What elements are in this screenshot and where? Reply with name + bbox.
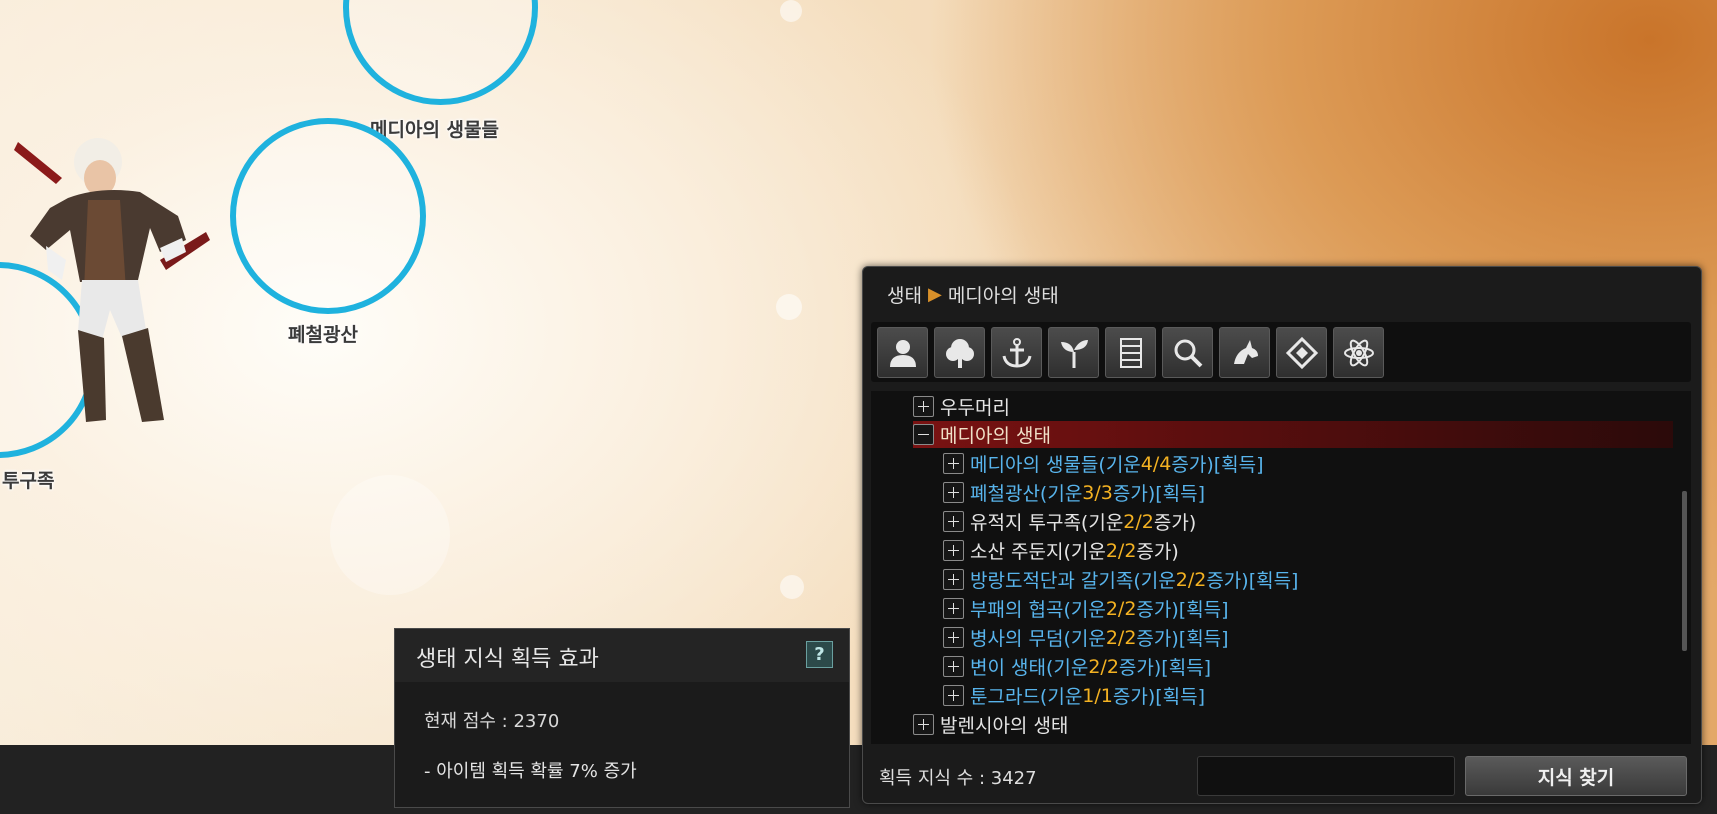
expand-icon[interactable] (943, 656, 964, 677)
category-sprout-button[interactable] (1048, 327, 1099, 378)
effect-header: 생태 지식 획득 효과 ? (395, 629, 849, 682)
expand-icon[interactable] (943, 569, 964, 590)
category-person-button[interactable] (877, 327, 928, 378)
expand-icon[interactable] (943, 482, 964, 503)
knowledge-effect-box: 생태 지식 획득 효과 ? 현재 점수 : 2370 - 아이템 획득 확률 7… (394, 628, 850, 808)
breadcrumb-root[interactable]: 생태 (887, 281, 922, 308)
tree-category-expanded[interactable]: 메디아의 생태 (913, 421, 1673, 448)
tree-item[interactable]: 방랑도적단과 갈기족(기운 2/2 증가) [획득] (943, 566, 1298, 593)
tree-category-collapsed[interactable]: 발렌시아의 생태 (913, 711, 1068, 738)
effect-bonus: - 아이템 획득 확률 7% 증가 (424, 761, 637, 782)
tree-item[interactable]: 유적지 투구족(기운 2/2 증가) (943, 508, 1196, 535)
tree-item[interactable]: 부패의 협곡(기운 2/2 증가) [획득] (943, 595, 1229, 622)
tree-item[interactable]: 폐철광산(기운 3/3 증가) [획득] (943, 479, 1205, 506)
tree-icon (945, 338, 974, 368)
map-node-label: 투구족 (2, 470, 55, 492)
map-node-ring[interactable] (343, 0, 538, 105)
category-diamond-button[interactable] (1276, 327, 1327, 378)
expand-icon[interactable] (943, 598, 964, 619)
diamond-icon (1285, 336, 1318, 369)
expand-icon[interactable] (943, 627, 964, 648)
tree-item[interactable]: 메디아의 생물들(기운 4/4 증가) [획득] (943, 450, 1264, 477)
breadcrumb: 생태 ▶ 메디아의 생태 (887, 281, 1059, 308)
magnifier-icon (1174, 339, 1202, 367)
bokeh-light (780, 0, 802, 22)
effect-title: 생태 지식 획득 효과 (416, 647, 599, 672)
expand-icon[interactable] (913, 396, 934, 417)
expand-icon[interactable] (943, 511, 964, 532)
category-tree-button[interactable] (934, 327, 985, 378)
creature-icon (1233, 339, 1258, 364)
map-node-label: 폐철광산 (288, 324, 358, 346)
anchor-icon (1002, 337, 1031, 368)
knowledge-search-input[interactable] (1197, 756, 1455, 796)
expand-icon[interactable] (943, 540, 964, 561)
tree-scrollbar[interactable] (1682, 491, 1687, 651)
atom-icon (1343, 339, 1374, 366)
ecology-panel: 생태 ▶ 메디아의 생태 우두머리 메디아의 생태 메디아의 생물들(기운 4/… (862, 266, 1702, 804)
breadcrumb-current: 메디아의 생태 (947, 285, 1059, 307)
category-bookshelf-button[interactable] (1105, 327, 1156, 378)
sprout-icon (1060, 339, 1088, 368)
chevron-right-icon: ▶ (927, 284, 942, 305)
expand-icon[interactable] (943, 685, 964, 706)
character-figure (14, 138, 210, 422)
map-node-ring[interactable] (230, 118, 426, 314)
find-knowledge-button[interactable]: 지식 찾기 (1465, 756, 1687, 796)
person-icon (889, 339, 916, 367)
category-creature-button[interactable] (1219, 327, 1270, 378)
help-icon[interactable]: ? (806, 641, 833, 668)
current-score: 현재 점수 : 2370 (424, 711, 560, 732)
category-toolbar (871, 322, 1691, 382)
knowledge-tree: 우두머리 메디아의 생태 메디아의 생물들(기운 4/4 증가) [획득] 폐철… (871, 391, 1691, 744)
known-count: 획득 지식 수 : 3427 (879, 768, 1037, 789)
tree-item[interactable]: 툰그라드(기운 1/1 증가) [획득] (943, 682, 1205, 709)
panel-footer: 획득 지식 수 : 3427 지식 찾기 (863, 752, 1701, 802)
tree-item[interactable]: 변이 생태(기운 2/2 증가) [획득] (943, 653, 1211, 680)
tree-item[interactable]: 소산 주둔지(기운 2/2 증가) (943, 537, 1179, 564)
category-anchor-button[interactable] (991, 327, 1042, 378)
expand-icon[interactable] (943, 453, 964, 474)
bokeh-light (330, 475, 450, 595)
bokeh-light (780, 575, 804, 599)
category-atom-button[interactable] (1333, 327, 1384, 378)
expand-icon[interactable] (913, 714, 934, 735)
tree-item[interactable]: 병사의 무덤(기운 2/2 증가) [획득] (943, 624, 1229, 651)
bokeh-light (776, 294, 802, 320)
tree-category-collapsed[interactable]: 우두머리 (913, 393, 1010, 420)
bookshelf-icon (1119, 337, 1142, 368)
category-search-button[interactable] (1162, 327, 1213, 378)
map-node-label: 메디아의 생물들 (370, 119, 499, 141)
collapse-icon[interactable] (913, 424, 934, 445)
